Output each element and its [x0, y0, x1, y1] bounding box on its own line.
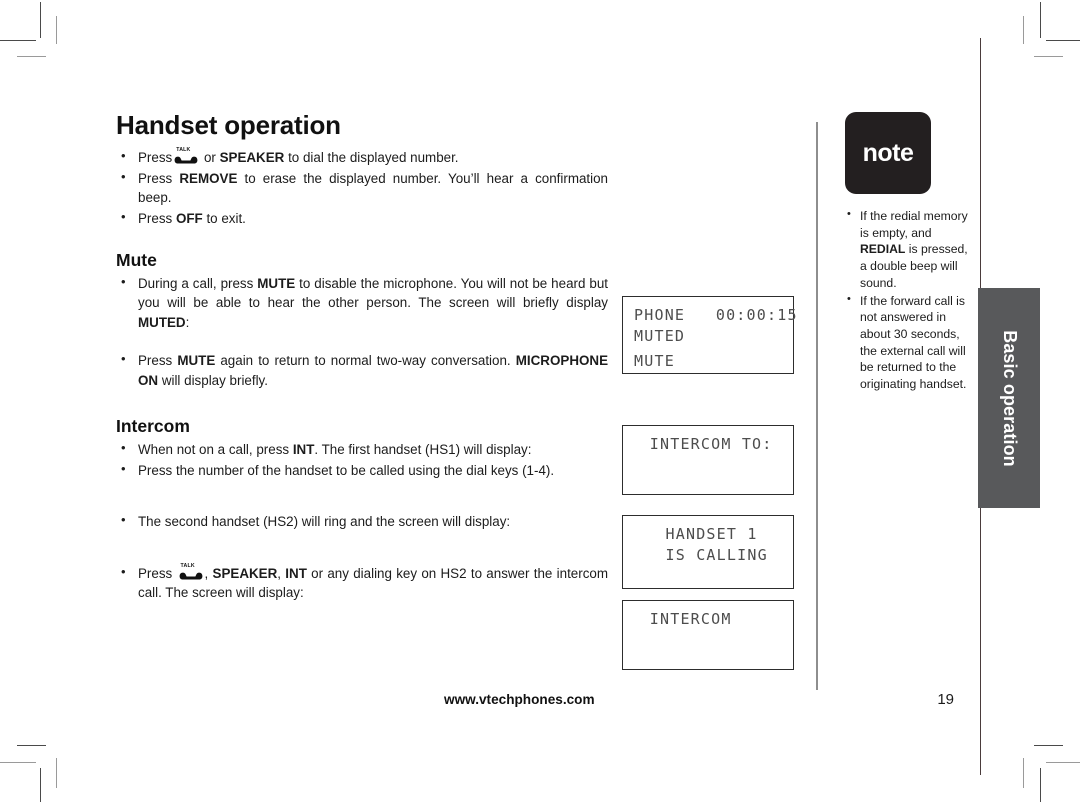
note-panel: note If the redial memory is empty, and …: [845, 112, 971, 394]
crop-mark-top-right-inner-vertical: [1023, 16, 1024, 44]
lcd-line: IS CALLING: [665, 545, 768, 564]
list-item-press-talk: PressTALK or SPEAKER to dial the display…: [116, 147, 608, 167]
crop-mark-bottom-right-vertical: [1040, 768, 1041, 802]
crop-mark-top-right-vertical: [1040, 2, 1041, 38]
speaker-key-label: SPEAKER: [219, 150, 285, 166]
list-item-intercom-dial-keys: Press the number of the handset to be ca…: [116, 460, 608, 480]
lcd-screen-intercom: INTERCOM: [622, 600, 794, 670]
lcd-line: HANDSET 1: [665, 525, 758, 543]
list-item-intercom-press-int: When not on a call, press INT. The first…: [116, 439, 608, 459]
crop-mark-bottom-left-vertical: [40, 768, 41, 802]
side-tab-label: Basic operation: [999, 329, 1020, 467]
crop-mark-bottom-right-inner-vertical: [1023, 758, 1024, 788]
lcd-line: [634, 460, 782, 465]
mute-bullet-list: During a call, press MUTE to disable the…: [116, 273, 608, 390]
list-item-intercom-answer: Press TALK, SPEAKER, INT or any dialing …: [116, 563, 608, 603]
footer-website-url: www.vtechphones.com: [444, 692, 595, 707]
lcd-line: MUTED: [634, 326, 686, 345]
list-item-press-off: Press OFF to exit.: [116, 208, 608, 228]
crop-mark-top-left-inner-vertical: [56, 16, 57, 44]
list-item-press-remove: Press REMOVE to erase the displayed numb…: [116, 168, 608, 208]
crop-mark-bottom-left-inner-vertical: [56, 758, 57, 788]
note-item-forward-call-timeout: If the forward call is not answered in a…: [845, 292, 971, 393]
note-badge: note: [845, 112, 931, 194]
list-item-mute-disable: Press MUTE again to return to normal two…: [116, 350, 608, 390]
intercom-bullet-list: When not on a call, press INT. The first…: [116, 439, 608, 603]
side-tab-basic-operation: Basic operation: [978, 288, 1040, 508]
section-heading-mute: Mute: [116, 250, 157, 271]
lcd-screen-mute: PHONE 00:00:15 MUTED MUTE: [622, 296, 798, 374]
note-badge-label: note: [862, 138, 914, 167]
note-bullet-list: If the redial memory is empty, and REDIA…: [845, 207, 971, 393]
footer-page-number: 19: [937, 691, 954, 708]
talk-key-icon: TALK: [173, 148, 199, 164]
list-item-mute-enable: During a call, press MUTE to disable the…: [116, 273, 608, 332]
column-divider: [816, 122, 818, 690]
crop-mark-top-right-horizontal: [1046, 40, 1080, 41]
handset-glyph-icon: [174, 156, 198, 164]
intro-tail-label: to dial the displayed number.: [284, 150, 459, 166]
page-title: Handset operation: [116, 110, 341, 140]
crop-mark-bottom-left-horizontal: [17, 745, 46, 746]
intro-or-label: or: [200, 150, 220, 166]
section-heading-intercom: Intercom: [116, 416, 190, 437]
intro-bullet-list: PressTALK or SPEAKER to dial the display…: [116, 147, 608, 228]
crop-mark-top-right-inner-horizontal: [1034, 56, 1063, 57]
page-footer: www.vtechphones.com 19: [116, 690, 980, 720]
crop-mark-top-left-inner-horizontal: [17, 56, 46, 57]
talk-key-icon: TALK: [178, 563, 204, 580]
lcd-line: MUTE: [634, 352, 675, 371]
lcd-line: INTERCOM: [649, 610, 732, 628]
lcd-line: PHONE 00:00:15: [634, 306, 798, 324]
list-item-intercom-second-handset: The second handset (HS2) will ring and t…: [116, 511, 608, 531]
document-page: Handset operation PressTALK or SPEAKER t…: [0, 0, 1080, 803]
crop-mark-top-left-horizontal: [0, 40, 36, 41]
intro-press-label: Press: [138, 150, 173, 166]
note-item-redial-empty: If the redial memory is empty, and REDIA…: [845, 207, 971, 292]
lcd-screen-intercom-to: INTERCOM TO:: [622, 425, 794, 495]
crop-mark-bottom-right-horizontal: [1034, 745, 1063, 746]
lcd-line: [634, 635, 782, 640]
handset-glyph-icon: [179, 572, 202, 580]
lcd-line: [634, 565, 782, 570]
crop-mark-top-left-vertical: [40, 2, 41, 38]
lcd-line: INTERCOM TO:: [649, 435, 773, 453]
main-content-column: Handset operation PressTALK or SPEAKER t…: [116, 110, 608, 603]
crop-mark-bottom-left-inner-horizontal: [0, 762, 36, 763]
crop-mark-bottom-right-inner-horizontal: [1046, 762, 1080, 763]
lcd-screen-handset-is-calling: HANDSET 1 IS CALLING: [622, 515, 794, 589]
